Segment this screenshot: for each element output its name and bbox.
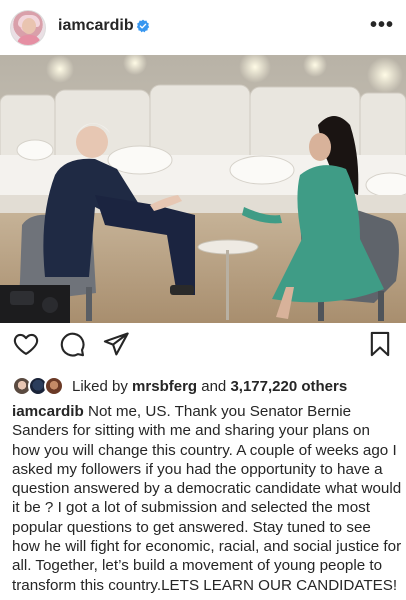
caption-text: Not me, US. Thank you Senator Bernie San… xyxy=(12,403,402,594)
more-options-icon[interactable]: ••• xyxy=(370,14,394,37)
bookmark-icon[interactable] xyxy=(366,330,394,358)
post-header: iamcardib ••• xyxy=(0,0,406,55)
verified-badge-icon xyxy=(136,19,150,33)
send-icon[interactable] xyxy=(102,330,130,358)
liker-avatar xyxy=(44,376,64,396)
likes-row: Liked by mrsbferg and 3,177,220 others xyxy=(12,375,347,397)
profile-avatar[interactable] xyxy=(10,10,46,46)
post-username[interactable]: iamcardib xyxy=(58,17,134,35)
likes-prefix: Liked by xyxy=(72,377,128,395)
likes-summary[interactable]: Liked by mrsbferg and 3,177,220 others xyxy=(72,378,347,395)
post-action-bar xyxy=(0,330,406,366)
post-caption: iamcardib Not me, US. Thank you Senator … xyxy=(12,402,402,595)
liker-avatars[interactable] xyxy=(12,376,68,396)
likes-count-link[interactable]: 3,177,220 others xyxy=(230,378,347,395)
comment-icon[interactable] xyxy=(58,330,86,358)
likes-user-link[interactable]: mrsbferg xyxy=(132,378,197,395)
likes-joiner: and xyxy=(201,377,227,395)
post-photo[interactable] xyxy=(0,55,406,323)
heart-icon[interactable] xyxy=(12,330,40,358)
photo-scene xyxy=(0,55,406,323)
caption-username[interactable]: iamcardib xyxy=(12,403,84,420)
